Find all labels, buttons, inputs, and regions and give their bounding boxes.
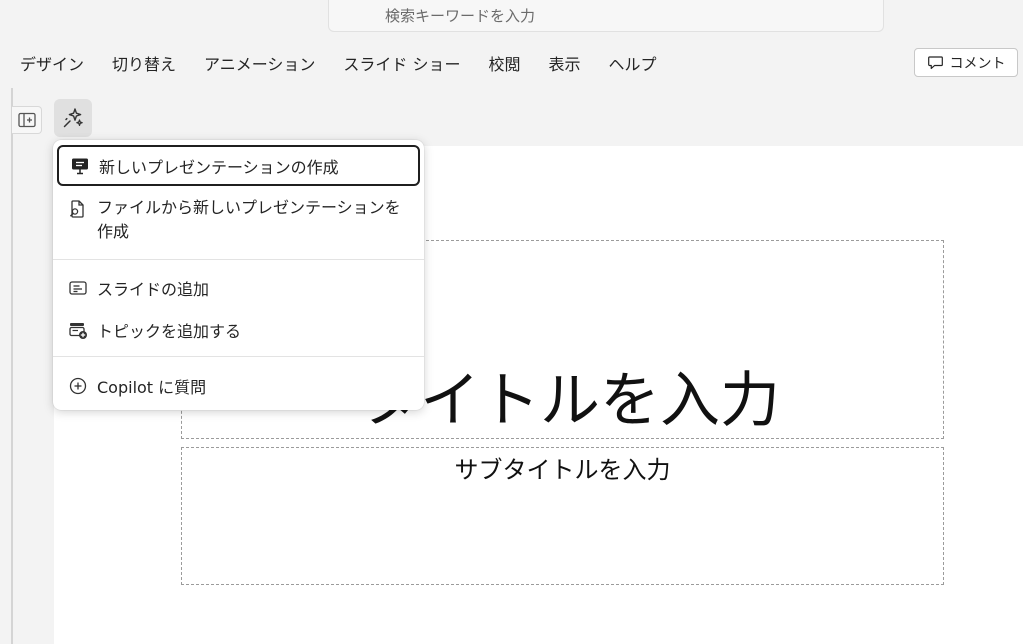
menu-divider	[53, 259, 424, 260]
slide-subtitle-placeholder: サブタイトルを入力	[454, 456, 671, 484]
panel-expand-icon	[17, 112, 36, 128]
comment-label: コメント	[949, 55, 1006, 72]
menu-item-label: 新しいプレゼンテーションの作成	[99, 157, 339, 177]
tab-design[interactable]: デザイン	[0, 51, 98, 75]
search-placeholder: 検索キーワードを入力	[385, 7, 536, 25]
menu-divider	[53, 356, 424, 357]
tab-transitions[interactable]: 切り替え	[98, 51, 190, 75]
sparkle-icon	[63, 108, 83, 128]
tab-help[interactable]: ヘルプ	[595, 51, 671, 75]
comment-button[interactable]: コメント	[914, 48, 1018, 77]
menu-item-label: スライドの追加	[97, 280, 210, 299]
menu-item-new-presentation[interactable]: 新しいプレゼンテーションの作成	[57, 145, 420, 186]
tab-slideshow[interactable]: スライド ショー	[329, 51, 474, 75]
add-circle-icon	[67, 375, 89, 397]
presentation-icon	[69, 155, 91, 177]
menu-item-ask-copilot[interactable]: Copilot に質問	[57, 374, 420, 398]
ribbon-tabs: デザイン 切り替え アニメーション スライド ショー 校閲 表示 ヘルプ	[0, 50, 671, 76]
topic-add-icon	[67, 319, 89, 341]
thumbnail-pane-edge	[11, 88, 13, 644]
subtitle-placeholder-box[interactable]: サブタイトルを入力	[181, 447, 944, 585]
menu-item-label: Copilot に質問	[97, 378, 207, 397]
menu-item-label: ファイルから新しいプレゼンテーションを作成	[97, 198, 401, 241]
search-box[interactable]: 検索キーワードを入力	[328, 0, 884, 32]
menu-item-label: トピックを追加する	[97, 322, 242, 341]
slide-text-icon	[67, 277, 89, 299]
menu-item-add-slide[interactable]: スライドの追加	[57, 276, 420, 300]
copilot-menu: 新しいプレゼンテーションの作成 ファイルから新しいプレゼンテーションを作成 スラ…	[53, 140, 424, 410]
tab-view[interactable]: 表示	[535, 51, 595, 75]
thumbnail-pane-toggle[interactable]	[12, 106, 42, 134]
copilot-button[interactable]	[54, 99, 92, 137]
tab-animations[interactable]: アニメーション	[190, 51, 329, 75]
menu-item-add-topic[interactable]: トピックを追加する	[57, 318, 420, 342]
tab-review[interactable]: 校閲	[475, 51, 535, 75]
file-search-icon	[67, 198, 89, 220]
comment-icon	[927, 56, 943, 70]
menu-item-new-from-file[interactable]: ファイルから新しいプレゼンテーションを作成	[57, 196, 420, 248]
